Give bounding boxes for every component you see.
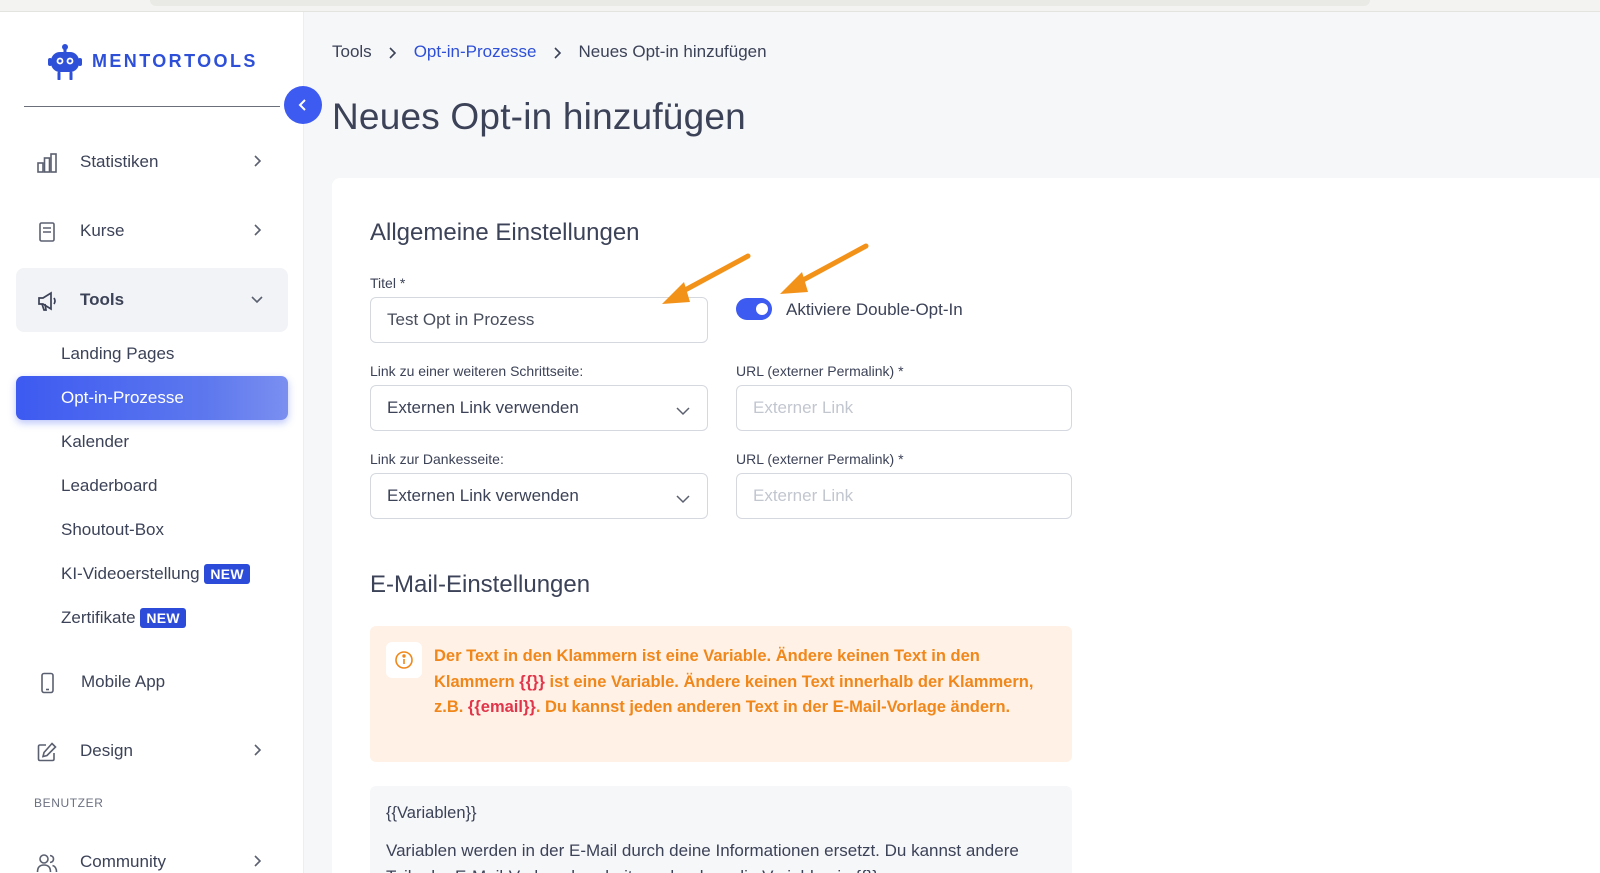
chevron-right-icon	[388, 45, 398, 59]
sidebar-subitem-zertifikate[interactable]: Zertifikate NEW	[16, 596, 288, 640]
sidebar-item-label: Statistiken	[80, 152, 159, 171]
chevron-down-icon	[675, 402, 691, 416]
sidebar-subitem-kalender[interactable]: Kalender	[16, 420, 288, 464]
variables-box: {{Variablen}} Variablen werden in der E-…	[370, 786, 1072, 873]
url1-label: URL (externer Permalink) *	[736, 363, 904, 379]
step-link-select-value: Externen Link verwenden	[387, 398, 579, 417]
sidebar-item-label: Tools	[80, 290, 125, 309]
breadcrumb-opt-in-prozesse[interactable]: Opt-in-Prozesse	[414, 42, 537, 62]
new-badge: NEW	[204, 564, 250, 584]
sidebar-item-tools[interactable]: Tools	[16, 268, 288, 332]
info-icon	[386, 642, 422, 678]
sidebar-subitem-label: Shoutout-Box	[61, 520, 165, 539]
sidebar-item-kurse[interactable]: Kurse	[16, 199, 288, 263]
info-variable: {{}}	[519, 672, 545, 691]
book-icon	[36, 221, 58, 243]
breadcrumb: Tools Opt-in-Prozesse Neues Opt-in hinzu…	[332, 42, 767, 62]
sidebar-subitem-label: Kalender	[61, 432, 130, 451]
page-title: Neues Opt-in hinzufügen	[332, 96, 746, 137]
chevron-right-icon	[553, 45, 563, 59]
sidebar-subitem-landing-pages[interactable]: Landing Pages	[16, 332, 288, 376]
sidebar-subitem-text: KI-Videoerstellung	[61, 564, 200, 583]
sidebar-item-statistiken[interactable]: Statistiken	[16, 130, 288, 194]
sidebar-item-label: Design	[80, 741, 133, 760]
url2-input[interactable]	[736, 473, 1072, 519]
sidebar-subitem-label: Leaderboard	[61, 476, 158, 495]
megaphone-icon	[36, 290, 58, 312]
sidebar-subitem-label: Landing Pages	[61, 344, 175, 363]
sidebar: MENTORTOOLS Statistiken Kurse Tools Land…	[0, 12, 304, 873]
logo[interactable]: MENTORTOOLS	[46, 42, 258, 81]
sidebar-item-mobile-app[interactable]: Mobile App	[16, 650, 288, 714]
title-input[interactable]	[370, 297, 708, 343]
variables-title: {{Variablen}}	[386, 804, 477, 822]
sidebar-subitem-ki-videoerstellung[interactable]: KI-Videoerstellung NEW	[16, 552, 288, 596]
sidebar-subitem-text: Zertifikate	[61, 608, 136, 627]
sidebar-item-label: Community	[80, 852, 166, 871]
url1-input[interactable]	[736, 385, 1072, 431]
settings-card	[332, 178, 1600, 873]
section-title-email: E-Mail-Einstellungen	[370, 571, 591, 598]
info-variable: {{email}}	[467, 698, 536, 716]
step-link-select[interactable]: Externen Link verwenden	[370, 385, 708, 431]
users-icon	[36, 852, 58, 873]
address-bar-edge	[150, 0, 1370, 6]
sidebar-subitem-opt-in-prozesse[interactable]: Opt-in-Prozesse	[16, 376, 288, 420]
breadcrumb-current: Neues Opt-in hinzufügen	[578, 42, 767, 61]
sidebar-subitem-label: Opt-in-Prozesse	[61, 388, 184, 407]
info-text-part: . Du kannst jeden anderen Text in der E-…	[535, 698, 1011, 716]
section-title-general: Allgemeine Einstellungen	[370, 219, 640, 246]
chevron-right-icon	[250, 223, 264, 237]
sidebar-subitem-leaderboard[interactable]: Leaderboard	[16, 464, 288, 508]
chevron-right-icon	[250, 743, 264, 757]
variable-info-alert: Der Text in den Klammern ist eine Variab…	[370, 626, 1072, 762]
url2-label: URL (externer Permalink) *	[736, 451, 904, 467]
section-label-benutzer: BENUTZER	[34, 796, 104, 810]
sidebar-subitem-label: KI-Videoerstellung NEW	[61, 564, 250, 584]
double-optin-label: Aktiviere Double-Opt-In	[786, 300, 963, 319]
thanks-link-select[interactable]: Externen Link verwenden	[370, 473, 708, 519]
brand-name: MENTORTOOLS	[92, 50, 258, 71]
bar-chart-icon	[36, 152, 58, 174]
chevron-left-icon	[298, 99, 306, 111]
step-link-label: Link zu einer weiteren Schrittseite:	[370, 363, 584, 379]
sidebar-item-community[interactable]: Community	[16, 830, 288, 873]
chevron-right-icon	[250, 154, 264, 168]
sidebar-item-label: Kurse	[80, 221, 125, 240]
double-optin-toggle[interactable]	[736, 298, 772, 320]
sidebar-item-design[interactable]: Design	[16, 719, 288, 783]
sidebar-item-label: Mobile App	[81, 672, 166, 691]
thanks-link-label: Link zur Dankesseite:	[370, 451, 504, 467]
breadcrumb-tools[interactable]: Tools	[332, 42, 372, 62]
pencil-icon	[36, 741, 58, 763]
chevron-down-icon	[675, 490, 691, 504]
thanks-link-select-value: Externen Link verwenden	[387, 486, 579, 505]
chevron-down-icon	[250, 292, 264, 306]
sidebar-subitem-label: Zertifikate NEW	[61, 608, 186, 628]
browser-top-strip	[0, 0, 1600, 12]
sidebar-subitem-shoutout-box[interactable]: Shoutout-Box	[16, 508, 288, 552]
title-field-label: Titel *	[370, 275, 406, 291]
info-text: Der Text in den Klammern ist eine Variab…	[434, 644, 1034, 721]
sidebar-collapse-button[interactable]	[284, 86, 322, 124]
smartphone-icon	[36, 672, 58, 694]
chevron-right-icon	[250, 854, 264, 868]
new-badge: NEW	[140, 608, 186, 628]
sidebar-divider	[24, 106, 280, 107]
variables-description: Variablen werden in der E-Mail durch dei…	[386, 841, 1019, 873]
robot-logo-icon	[46, 42, 84, 81]
